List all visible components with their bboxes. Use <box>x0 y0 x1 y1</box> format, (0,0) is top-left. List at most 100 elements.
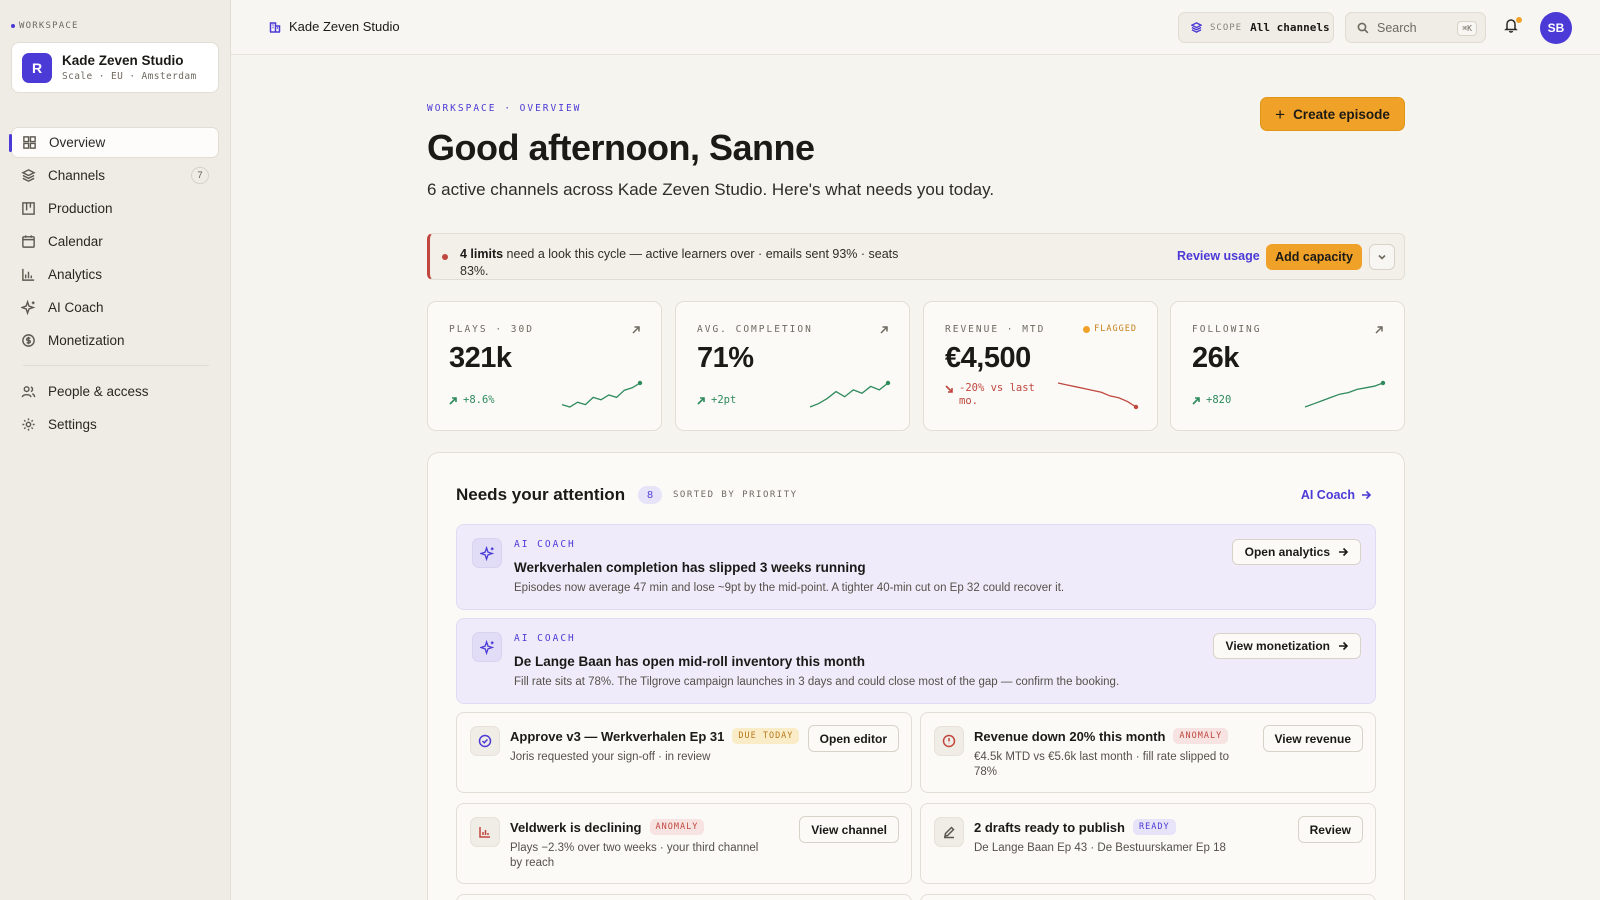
sidebar-item-ai-coach[interactable]: AI Coach <box>11 292 219 323</box>
alert-expand-button[interactable] <box>1369 244 1395 270</box>
sidebar-item-overview[interactable]: Overview <box>9 127 219 158</box>
ai-coach-link[interactable]: AI Coach <box>1301 488 1371 502</box>
sidebar-item-people-access[interactable]: People & access <box>11 376 219 407</box>
kanban-icon <box>22 202 35 215</box>
trend-up-icon <box>1192 397 1200 405</box>
review-usage-link[interactable]: Review usage <box>1177 249 1260 263</box>
search-input[interactable]: Search ⌘K <box>1345 12 1486 43</box>
coach-action-label: View monetization <box>1225 639 1330 653</box>
scope-value: All channels <box>1250 21 1330 34</box>
coach-title: De Lange Baan has open mid-roll inventor… <box>514 654 866 669</box>
breadcrumb[interactable]: Kade Zeven Studio <box>269 19 400 34</box>
sidebar-divider <box>23 365 209 366</box>
kpi-value: 26k <box>1192 342 1239 374</box>
kpi-card-following[interactable]: FOLLOWING 26k +820 <box>1170 301 1405 431</box>
search-shortcut: ⌘K <box>1457 21 1477 36</box>
scope-selector[interactable]: SCOPE All channels <box>1178 12 1334 43</box>
workspace-label: WORKSPACE <box>11 21 79 31</box>
kpi-value: 321k <box>449 342 512 374</box>
sparkline-path <box>1057 382 1137 408</box>
task-title: Approve v3 — Werkverhalen Ep 31 DUE TODAY <box>510 728 800 744</box>
kpi-label: PLAYS · 30D <box>449 324 534 335</box>
sidebar-item-label: People & access <box>48 384 149 399</box>
attention-sort-label: SORTED BY PRIORITY <box>673 490 798 500</box>
layers-icon <box>21 169 36 182</box>
task-title: Veldwerk is declining ANOMALY <box>510 819 705 835</box>
grid-icon <box>23 136 36 149</box>
task-card: 2 drafts ready to publish READY De Lange … <box>920 803 1376 884</box>
page-title: Good afternoon, Sanne <box>427 127 815 168</box>
sidebar: WORKSPACE R Kade Zeven Studio Scale · EU… <box>0 0 231 900</box>
sidebar-item-calendar[interactable]: Calendar <box>11 226 219 257</box>
status-badge: ANOMALY <box>1173 728 1229 744</box>
sparkline-path <box>561 382 641 408</box>
notifications-button[interactable] <box>1503 17 1523 37</box>
status-badge: DUE TODAY <box>732 728 800 744</box>
kpi-delta: +820 <box>1192 394 1231 406</box>
bar-chart-icon <box>22 268 35 281</box>
create-episode-label: Create episode <box>1293 106 1390 122</box>
sidebar-item-label: Settings <box>48 417 97 432</box>
flagged-badge: FLAGGED <box>1083 324 1137 334</box>
kpi-row: PLAYS · 30D 321k +8.6% AVG. COMPLETION 7… <box>427 301 1405 431</box>
sparkline <box>809 380 891 408</box>
pen-icon <box>934 817 964 847</box>
sidebar-item-monetization[interactable]: Monetization <box>11 325 219 356</box>
task-title: Revenue down 20% this month ANOMALY <box>974 728 1229 744</box>
create-episode-button[interactable]: + Create episode <box>1260 97 1405 131</box>
sidebar-item-settings[interactable]: Settings <box>11 409 219 440</box>
review-drafts-button[interactable]: Review <box>1297 816 1363 843</box>
sparkline <box>1304 380 1386 408</box>
arrow-right-icon <box>1339 641 1348 651</box>
calendar-icon <box>22 235 35 248</box>
kpi-label: REVENUE · MTD <box>945 324 1046 335</box>
alert-text: need a look this cycle — active learners… <box>460 247 899 278</box>
task-title-text: Approve v3 — Werkverhalen Ep 31 <box>510 728 725 744</box>
view-channel-button[interactable]: View channel <box>799 816 899 843</box>
channels-count-badge: 7 <box>191 167 209 184</box>
kpi-delta: -20% vs last mo. <box>945 382 1055 408</box>
scope-key: SCOPE <box>1210 22 1243 33</box>
sparkline-endpoint <box>885 380 891 386</box>
arrow-up-right-icon <box>631 322 641 334</box>
layers-icon <box>1191 22 1202 33</box>
usage-alert-banner: 4 limits need a look this cycle — active… <box>427 233 1405 280</box>
trend-up-icon <box>697 397 705 405</box>
coach-card: AI COACH De Lange Baan has open mid-roll… <box>456 618 1376 704</box>
task-body: €4.5k MTD vs €5.6k last month · fill rat… <box>974 751 1230 778</box>
kpi-delta-value: +2pt <box>711 394 737 406</box>
kpi-card-plays[interactable]: PLAYS · 30D 321k +8.6% <box>427 301 662 431</box>
sidebar-item-channels[interactable]: Channels 7 <box>11 160 219 191</box>
sidebar-item-production[interactable]: Production <box>11 193 219 224</box>
sparkle-icon <box>472 632 502 662</box>
top-bar: Kade Zeven Studio SCOPE All channels Sea… <box>231 0 1600 55</box>
alert-highlight: 4 limits <box>460 247 504 261</box>
page-eyebrow: WORKSPACE · OVERVIEW <box>427 103 582 114</box>
kpi-value: 71% <box>697 342 754 374</box>
add-capacity-button[interactable]: Add capacity <box>1266 244 1362 270</box>
view-monetization-button[interactable]: View monetization <box>1212 633 1361 659</box>
open-editor-button[interactable]: Open editor <box>807 725 899 752</box>
kpi-card-completion[interactable]: AVG. COMPLETION 71% +2pt <box>675 301 910 431</box>
check-circle-icon <box>470 726 500 756</box>
sidebar-item-label: Channels <box>48 168 106 183</box>
chevron-down-icon <box>1378 254 1386 260</box>
open-analytics-button[interactable]: Open analytics <box>1231 539 1361 565</box>
search-placeholder: Search <box>1377 20 1417 35</box>
arrow-right-icon <box>1362 490 1371 500</box>
status-badge: READY <box>1132 819 1176 835</box>
task-body: Joris requested your sign-off · in revie… <box>510 751 711 763</box>
task-card: Veldwerk is declining ANOMALY Plays −2.3%… <box>456 803 912 884</box>
workspace-switcher[interactable]: R Kade Zeven Studio Scale · EU · Amsterd… <box>11 42 219 93</box>
sidebar-item-analytics[interactable]: Analytics <box>11 259 219 290</box>
view-revenue-button[interactable]: View revenue <box>1262 725 1363 752</box>
sidebar-item-label: Calendar <box>48 234 103 249</box>
sparkle-icon <box>21 300 36 315</box>
kpi-card-revenue[interactable]: REVENUE · MTD FLAGGED €4,500 -20% vs las… <box>923 301 1158 431</box>
sparkline-endpoint <box>1133 404 1139 410</box>
kpi-delta-value: -20% vs last mo. <box>959 382 1035 407</box>
user-avatar[interactable]: SB <box>1540 12 1572 44</box>
sidebar-item-label: Analytics <box>48 267 103 282</box>
breadcrumb-label: Kade Zeven Studio <box>289 19 400 34</box>
kpi-delta-value: +820 <box>1206 394 1232 406</box>
